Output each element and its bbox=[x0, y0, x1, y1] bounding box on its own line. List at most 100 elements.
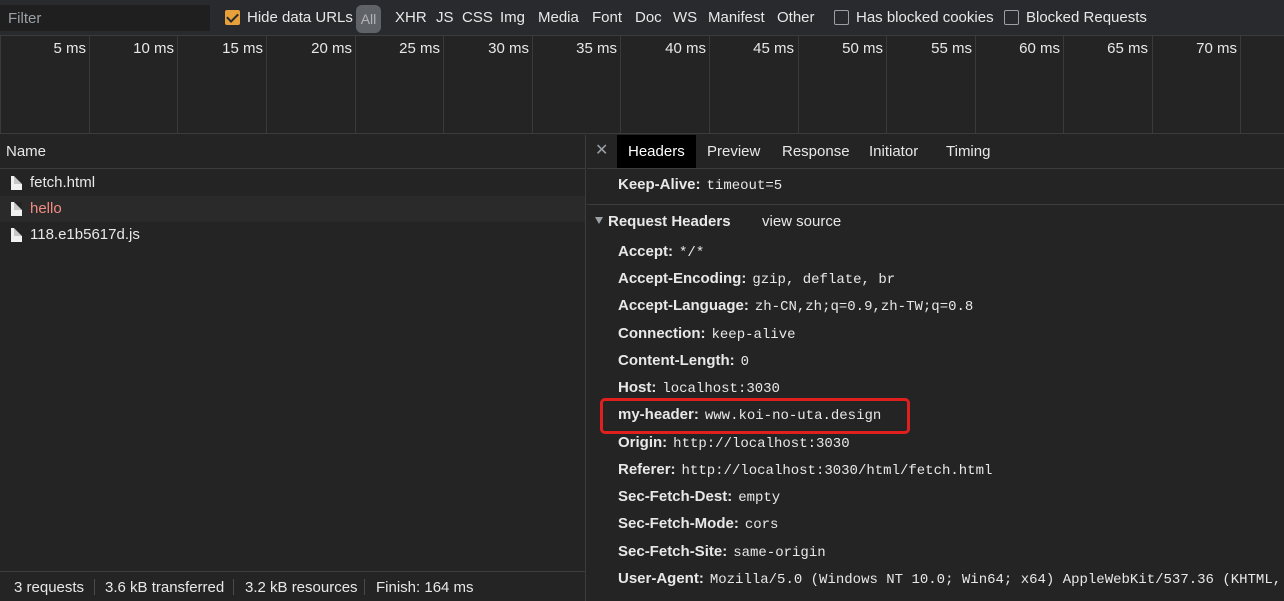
request-header-row: User-Agent: Mozilla/5.0 (Windows NT 10.0;… bbox=[618, 568, 1284, 590]
request-count: 3 requests bbox=[14, 579, 85, 596]
header-value: http://localhost:3030 bbox=[673, 436, 850, 452]
has-blocked-cookies-checkbox[interactable] bbox=[834, 10, 849, 25]
status-divider bbox=[94, 579, 95, 595]
tab-timing[interactable]: Timing bbox=[946, 135, 990, 168]
request-name: 118.e1b5617d.js bbox=[30, 226, 140, 243]
header-key: Referer: bbox=[618, 461, 676, 478]
timeline-tick: 50 ms bbox=[842, 40, 883, 57]
request-header-row: Sec-Fetch-Mode: cors bbox=[618, 513, 778, 535]
timeline-gridline bbox=[975, 36, 976, 134]
filter-other[interactable]: Other bbox=[777, 0, 815, 36]
hide-data-urls-label[interactable]: Hide data URLs bbox=[247, 0, 353, 36]
request-list-panel: Name fetch.html hello 118.e1b5617d.js bbox=[0, 135, 586, 601]
header-key: Accept: bbox=[618, 243, 674, 260]
timeline-tick: 40 ms bbox=[665, 40, 706, 57]
header-value: gzip, deflate, br bbox=[752, 272, 896, 288]
tab-initiator[interactable]: Initiator bbox=[869, 135, 918, 168]
section-title-text: Request Headers bbox=[608, 213, 731, 230]
timeline-tick: 15 ms bbox=[222, 40, 263, 57]
timeline-tick: 65 ms bbox=[1107, 40, 1148, 57]
filter-xhr[interactable]: XHR bbox=[395, 0, 427, 36]
filter-media[interactable]: Media bbox=[538, 0, 579, 36]
timeline-gridline bbox=[177, 36, 178, 134]
filter-all-button[interactable]: All bbox=[356, 5, 381, 33]
request-details-panel: ✕ Headers Preview Response Initiator Tim… bbox=[587, 135, 1284, 601]
request-headers-section-title[interactable]: Request Headers bbox=[595, 211, 731, 233]
timeline-tick: 20 ms bbox=[311, 40, 352, 57]
name-column-header[interactable]: Name bbox=[0, 135, 585, 169]
timeline-tick: 45 ms bbox=[753, 40, 794, 57]
filter-manifest[interactable]: Manifest bbox=[708, 0, 765, 36]
timeline-tick: 55 ms bbox=[931, 40, 972, 57]
header-value: same-origin bbox=[733, 545, 826, 561]
timeline-tick: 35 ms bbox=[576, 40, 617, 57]
header-key: Sec-Fetch-Dest: bbox=[618, 488, 733, 505]
header-key: Sec-Fetch-Site: bbox=[618, 543, 728, 560]
request-header-row: Connection: keep-alive bbox=[618, 323, 796, 345]
filter-font[interactable]: Font bbox=[592, 0, 622, 36]
filter-doc[interactable]: Doc bbox=[635, 0, 662, 36]
timeline-tick: 5 ms bbox=[53, 40, 86, 57]
header-value: localhost:3030 bbox=[662, 381, 780, 397]
request-header-row: Sec-Fetch-Dest: empty bbox=[618, 486, 780, 508]
header-key: Connection: bbox=[618, 325, 706, 342]
header-key: User-Agent: bbox=[618, 570, 704, 587]
timeline-tick: 10 ms bbox=[133, 40, 174, 57]
resources-size: 3.2 kB resources bbox=[245, 579, 358, 596]
timeline-gridline bbox=[532, 36, 533, 134]
highlight-box bbox=[600, 398, 910, 434]
header-value: zh-CN,zh;q=0.9,zh-TW;q=0.8 bbox=[754, 299, 974, 315]
header-value: cors bbox=[744, 517, 779, 533]
request-row[interactable]: hello bbox=[0, 196, 585, 222]
filter-js[interactable]: JS bbox=[436, 0, 454, 36]
header-key: Origin: bbox=[618, 434, 668, 451]
file-icon bbox=[11, 202, 22, 216]
tab-response[interactable]: Response bbox=[782, 135, 850, 168]
header-value: */* bbox=[679, 245, 705, 261]
timeline-gridline bbox=[0, 36, 1, 134]
view-source-link[interactable]: view source bbox=[762, 211, 841, 233]
request-header-row: Content-Length: 0 bbox=[618, 350, 749, 372]
header-key: Content-Length: bbox=[618, 352, 735, 369]
network-toolbar: Hide data URLs All XHR JS CSS Img Media … bbox=[0, 0, 1284, 36]
filter-img[interactable]: Img bbox=[500, 0, 525, 36]
header-key: Host: bbox=[618, 379, 657, 396]
timeline-overview[interactable]: 5 ms 10 ms 15 ms 20 ms 25 ms 30 ms 35 ms… bbox=[0, 36, 1284, 134]
timeline-gridline bbox=[1152, 36, 1153, 134]
filter-ws[interactable]: WS bbox=[673, 0, 697, 36]
request-header-row: Sec-Fetch-Site: same-origin bbox=[618, 541, 826, 563]
request-name: fetch.html bbox=[30, 174, 96, 191]
request-header-row: Origin: http://localhost:3030 bbox=[618, 432, 850, 454]
triangle-down-icon bbox=[595, 217, 603, 224]
request-header-row: Host: localhost:3030 bbox=[618, 377, 780, 399]
timeline-gridline bbox=[709, 36, 710, 134]
timeline-tick: 60 ms bbox=[1019, 40, 1060, 57]
header-value: keep-alive bbox=[711, 327, 796, 343]
request-row[interactable]: fetch.html bbox=[0, 170, 585, 196]
network-status-bar: 3 requests 3.6 kB transferred 3.2 kB res… bbox=[0, 571, 585, 601]
timeline-gridline bbox=[620, 36, 621, 134]
header-key: Sec-Fetch-Mode: bbox=[618, 515, 739, 532]
filter-css[interactable]: CSS bbox=[462, 0, 493, 36]
request-header-row: Accept: */* bbox=[618, 241, 704, 263]
blocked-requests-label[interactable]: Blocked Requests bbox=[1026, 0, 1147, 36]
header-value: timeout=5 bbox=[706, 178, 783, 194]
filter-input[interactable] bbox=[0, 5, 210, 31]
tab-headers[interactable]: Headers bbox=[617, 135, 696, 168]
status-divider bbox=[364, 579, 365, 595]
header-value: http://localhost:3030/html/fetch.html bbox=[681, 463, 993, 479]
timeline-tick: 30 ms bbox=[488, 40, 529, 57]
has-blocked-cookies-label[interactable]: Has blocked cookies bbox=[856, 0, 994, 36]
file-icon bbox=[11, 228, 22, 242]
close-icon[interactable]: ✕ bbox=[595, 135, 608, 169]
header-value: Mozilla/5.0 (Windows NT 10.0; Win64; x64… bbox=[709, 572, 1284, 588]
timeline-gridline bbox=[355, 36, 356, 134]
request-name: hello bbox=[30, 200, 62, 217]
request-header-row: Referer: http://localhost:3030/html/fetch… bbox=[618, 459, 992, 481]
section-divider bbox=[587, 204, 1284, 205]
blocked-requests-checkbox[interactable] bbox=[1004, 10, 1019, 25]
tab-preview[interactable]: Preview bbox=[707, 135, 760, 168]
hide-data-urls-checkbox[interactable] bbox=[225, 10, 240, 25]
request-row[interactable]: 118.e1b5617d.js bbox=[0, 222, 585, 248]
details-tabbar: ✕ Headers Preview Response Initiator Tim… bbox=[587, 135, 1284, 169]
